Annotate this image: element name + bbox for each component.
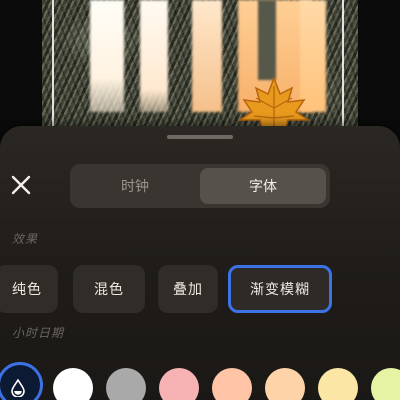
tab-clock-label: 时钟 <box>121 179 149 195</box>
preview-frame <box>52 0 344 128</box>
screen: 时钟 字体 效果 纯色 混色 叠加 渐变模糊 小时日期 <box>0 0 400 400</box>
tab-clock[interactable]: 时钟 <box>74 168 196 204</box>
date-section-label: 小时日期 <box>12 326 65 340</box>
effect-mix-button[interactable]: 混色 <box>73 265 145 313</box>
effect-section-label: 效果 <box>12 232 39 246</box>
color-swatch-yellow[interactable] <box>318 368 358 400</box>
effect-overlay-button[interactable]: 叠加 <box>158 265 218 313</box>
settings-sheet: 时钟 字体 效果 纯色 混色 叠加 渐变模糊 小时日期 <box>0 126 400 400</box>
color-swatch-pink[interactable] <box>159 368 199 400</box>
wallpaper-preview <box>42 0 358 140</box>
close-icon <box>11 175 31 195</box>
effect-solid-button[interactable]: 纯色 <box>0 265 58 313</box>
color-swatch-gray[interactable] <box>106 368 146 400</box>
effect-gradient-blur-label: 渐变模糊 <box>250 282 310 298</box>
color-swatch-salmon[interactable] <box>212 368 252 400</box>
tab-font[interactable]: 字体 <box>200 168 326 204</box>
close-button[interactable] <box>6 170 36 200</box>
effect-solid-label: 纯色 <box>12 282 42 298</box>
effect-mix-label: 混色 <box>94 282 124 298</box>
color-swatch-lime[interactable] <box>371 368 400 400</box>
color-drop-icon <box>11 379 25 397</box>
effect-gradient-blur-button[interactable]: 渐变模糊 <box>228 265 332 313</box>
color-swatch-white[interactable] <box>53 368 93 400</box>
mode-switch: 时钟 字体 <box>70 164 330 208</box>
custom-color-swatch[interactable] <box>0 362 43 400</box>
color-swatch-peach[interactable] <box>265 368 305 400</box>
drag-handle[interactable] <box>167 135 233 139</box>
tab-font-label: 字体 <box>249 179 277 195</box>
effect-overlay-label: 叠加 <box>173 282 203 298</box>
